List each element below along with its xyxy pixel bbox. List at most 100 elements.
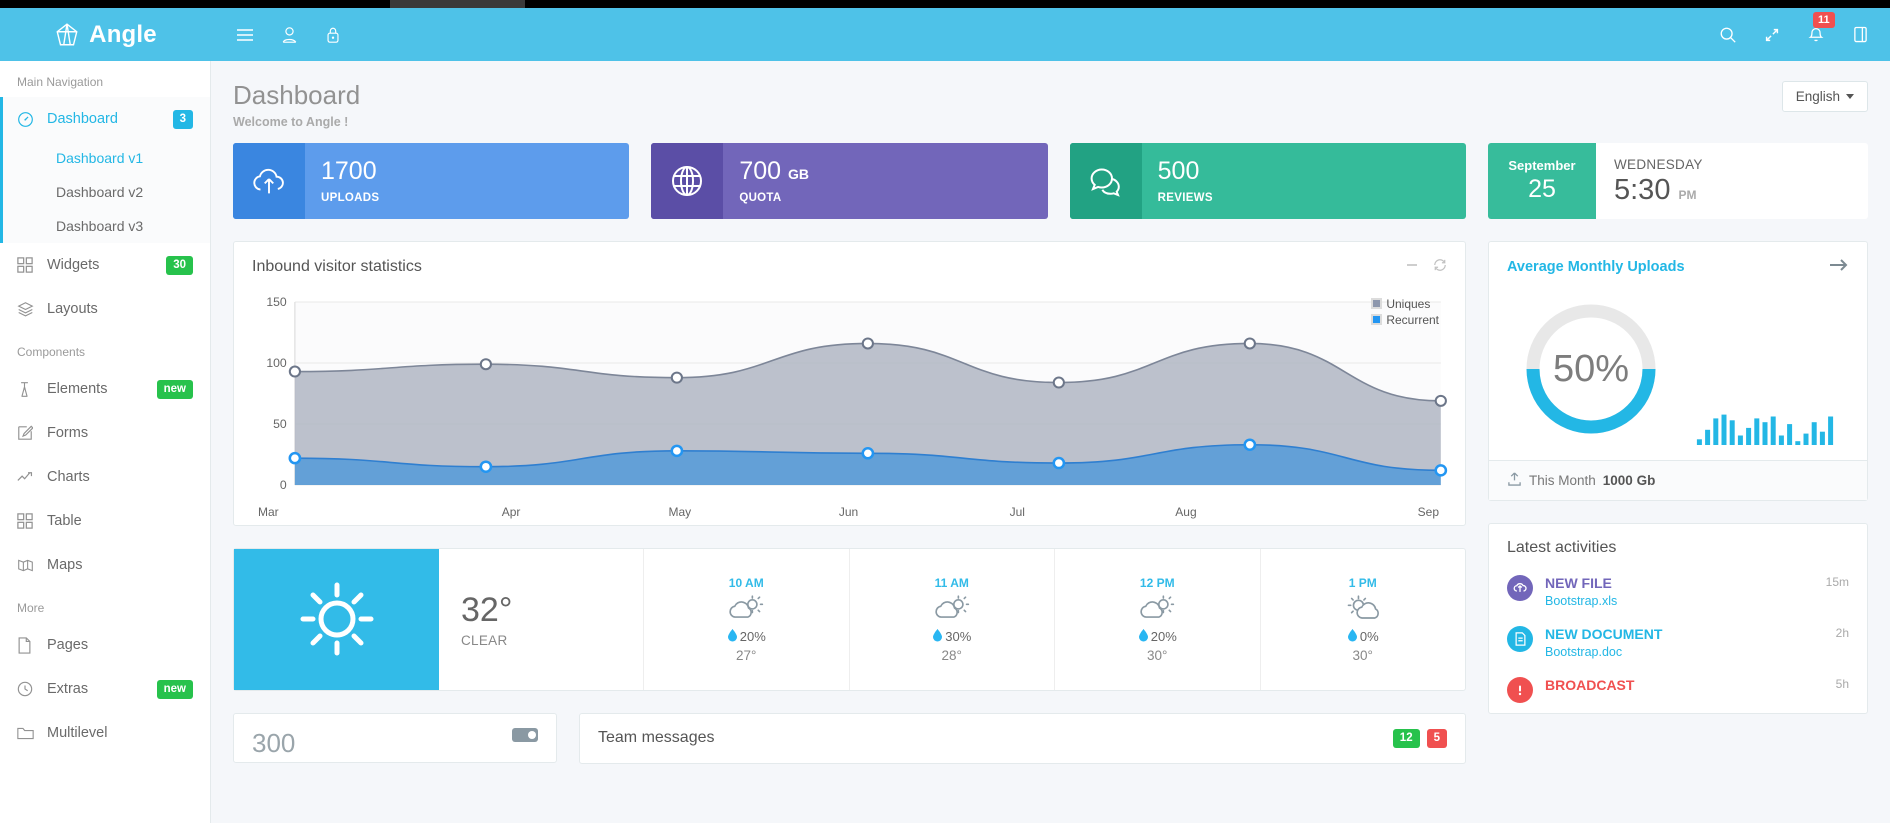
sidebar-item-label: Widgets xyxy=(47,257,166,273)
sun-icon xyxy=(234,549,439,690)
search-icon[interactable] xyxy=(1706,8,1750,61)
forecast-precip: 20% xyxy=(1138,629,1177,645)
partly-cloudy-icon xyxy=(932,593,972,626)
raindrop-icon xyxy=(1347,629,1358,645)
stat-card-quota[interactable]: 700 GB QUOTA xyxy=(651,143,1047,219)
gauge-sparkline-bars xyxy=(1680,413,1850,447)
team-messages-panel: Team messages 12 5 xyxy=(579,713,1466,764)
sidebar-item-label: Extras xyxy=(47,681,157,697)
sidebar-item-pages[interactable]: Pages xyxy=(0,623,210,667)
chart-x-axis-labels: MarAprMayJunJulAugSep xyxy=(248,505,1451,519)
angle-logo-icon xyxy=(54,22,80,48)
forecast-hour: 12 PM 20% 30° xyxy=(1055,549,1261,690)
date-weekday: WEDNESDAY xyxy=(1614,157,1868,172)
stat-label: UPLOADS xyxy=(321,192,629,204)
tag-icon xyxy=(512,728,538,745)
gauge-panel-title[interactable]: Average Monthly Uploads xyxy=(1507,259,1685,275)
sidebar-item-label: Multilevel xyxy=(47,725,193,741)
user-icon[interactable] xyxy=(267,8,311,61)
sidebar-item-dashboard-v1[interactable]: Dashboard v1 xyxy=(3,141,210,175)
legend-label: Uniques xyxy=(1386,296,1430,312)
legend-item-recurrent[interactable]: Recurrent xyxy=(1371,312,1439,328)
brand-logo[interactable]: Angle xyxy=(0,8,211,61)
legend-item-uniques[interactable]: Uniques xyxy=(1371,296,1439,312)
sidebar-item-label: Maps xyxy=(47,557,193,573)
sidebar-item-charts[interactable]: Charts xyxy=(0,455,210,499)
chart-x-label: Jul xyxy=(933,505,1102,519)
language-dropdown[interactable]: English xyxy=(1782,81,1868,112)
sidebar-item-label: Dashboard xyxy=(47,111,173,127)
activity-title: NEW FILE xyxy=(1545,575,1826,591)
sidebar-item-label: Layouts xyxy=(47,301,193,317)
stat-card-reviews[interactable]: 500 REVIEWS xyxy=(1070,143,1466,219)
page-header: Dashboard Welcome to Angle ! English xyxy=(211,61,1890,143)
activity-subtitle[interactable]: Bootstrap.doc xyxy=(1545,645,1836,659)
folder-icon xyxy=(17,726,47,741)
chart-svg: 050100150 xyxy=(248,288,1451,503)
sidebar-item-label: Forms xyxy=(47,425,193,441)
sidebar-item-maps[interactable]: Maps xyxy=(0,543,210,587)
cloud-upload-icon xyxy=(233,143,305,219)
app-header: Angle 11 xyxy=(0,8,1890,61)
arrow-right-icon[interactable] xyxy=(1829,257,1849,278)
activity-time: 15m xyxy=(1826,575,1849,589)
forecast-time: 12 PM xyxy=(1140,576,1175,590)
stat-card-uploads[interactable]: 1700 UPLOADS xyxy=(233,143,629,219)
sidebar-toggle-icon[interactable] xyxy=(1838,8,1882,61)
activity-item[interactable]: NEW FILE Bootstrap.xls 15m xyxy=(1489,567,1867,618)
menu-icon[interactable] xyxy=(223,8,267,61)
stat-cards-row: 1700 UPLOADS 700 GB QUOTA xyxy=(233,143,1466,219)
sidebar-item-elements[interactable]: Elements new xyxy=(0,367,210,411)
stat-number: 1700 xyxy=(321,157,377,185)
edit-icon xyxy=(17,425,47,441)
date-month: September xyxy=(1508,158,1575,173)
sidebar-item-forms[interactable]: Forms xyxy=(0,411,210,455)
language-label: English xyxy=(1796,89,1840,104)
weather-widget: 32° CLEAR 10 AM 20% 27°11 AM 30% 28°12 P… xyxy=(233,548,1466,691)
stat-number: 500 xyxy=(1158,157,1200,185)
forecast-precip: 30% xyxy=(932,629,971,645)
forecast-time: 11 AM xyxy=(935,576,969,590)
sidebar-group-dashboard: Dashboard 3 Dashboard v1 Dashboard v2 Da… xyxy=(0,97,210,243)
main-content: Dashboard Welcome to Angle ! English xyxy=(211,61,1890,823)
extras-icon xyxy=(17,681,47,697)
mini-stat-card[interactable]: 300 xyxy=(233,713,557,763)
sidebar-item-dashboard-v2[interactable]: Dashboard v2 xyxy=(3,175,210,209)
sidebar-subitem-label: Dashboard v2 xyxy=(56,184,143,200)
bell-icon[interactable]: 11 xyxy=(1794,8,1838,61)
forecast-temp: 27° xyxy=(736,648,756,663)
activity-subtitle[interactable]: Bootstrap.xls xyxy=(1545,594,1826,608)
forecast-hour: 11 AM 30% 28° xyxy=(850,549,1056,690)
weather-temperature: 32° xyxy=(461,591,643,630)
sidebar-subitem-label: Dashboard v3 xyxy=(56,218,143,234)
forecast-temp: 30° xyxy=(1353,648,1373,663)
elements-icon xyxy=(17,381,47,398)
minimize-icon[interactable] xyxy=(1405,258,1419,275)
raindrop-icon xyxy=(1138,629,1149,645)
chart-x-label: Aug xyxy=(1102,505,1271,519)
activity-item[interactable]: BROADCAST 5h xyxy=(1489,669,1867,713)
date-day: 25 xyxy=(1528,175,1556,204)
sidebar-item-dashboard[interactable]: Dashboard 3 xyxy=(3,97,210,141)
sidebar-item-extras[interactable]: Extras new xyxy=(0,667,210,711)
sidebar-item-table[interactable]: Table xyxy=(0,499,210,543)
activity-time: 2h xyxy=(1836,626,1849,640)
globe-icon xyxy=(651,143,723,219)
cloud-upload-icon xyxy=(1507,575,1533,601)
sidebar-item-multilevel[interactable]: Multilevel xyxy=(0,711,210,755)
inbound-visitor-chart: 050100150 Uniques Recurrent xyxy=(248,288,1451,503)
svg-text:50: 50 xyxy=(273,417,287,431)
forecast-precip: 0% xyxy=(1347,629,1379,645)
activity-item[interactable]: NEW DOCUMENT Bootstrap.doc 2h xyxy=(1489,618,1867,669)
sidebar-item-widgets[interactable]: Widgets 30 xyxy=(0,243,210,287)
fullscreen-icon[interactable] xyxy=(1750,8,1794,61)
lock-icon[interactable] xyxy=(311,8,355,61)
sidebar-item-dashboard-v3[interactable]: Dashboard v3 xyxy=(3,209,210,243)
sidebar-subitem-label: Dashboard v1 xyxy=(56,150,143,166)
sidebar-item-layouts[interactable]: Layouts xyxy=(0,287,210,331)
sidebar-badge-widgets: 30 xyxy=(166,256,193,275)
mini-stat-number: 300 xyxy=(252,728,295,759)
sidebar-badge-dashboard: 3 xyxy=(173,110,193,129)
refresh-icon[interactable] xyxy=(1433,258,1447,275)
stat-unit: GB xyxy=(788,166,809,182)
